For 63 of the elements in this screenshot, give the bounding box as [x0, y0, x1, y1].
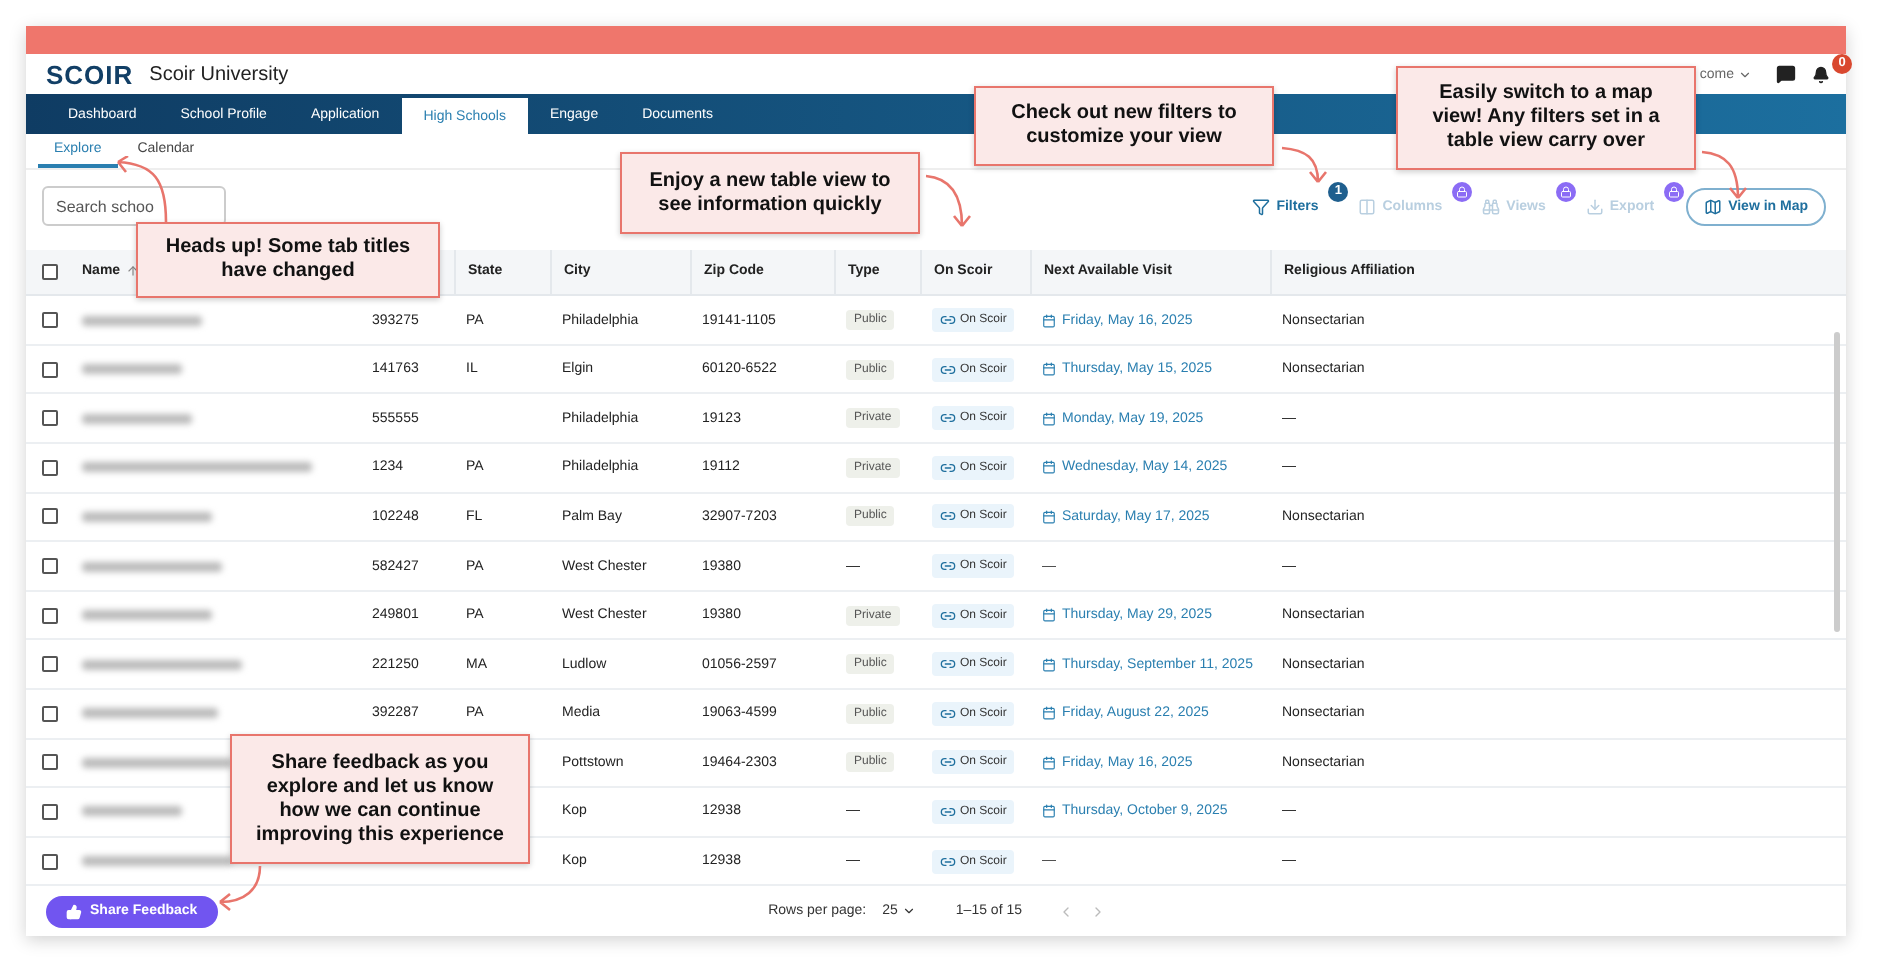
blurred-name	[82, 708, 218, 719]
blurred-name	[82, 610, 212, 621]
link-icon	[940, 361, 956, 378]
institution-name: Scoir University	[149, 63, 291, 86]
calendar-icon	[1042, 804, 1056, 819]
link-icon	[940, 705, 956, 722]
blurred-name	[82, 511, 212, 522]
calendar-icon	[1042, 608, 1056, 623]
calendar-icon	[1042, 706, 1056, 721]
blurred-name	[82, 806, 182, 817]
link-icon	[940, 607, 956, 624]
scrollbar[interactable]	[1834, 332, 1840, 633]
map-icon	[1704, 197, 1723, 216]
thumbs-up-icon	[66, 903, 82, 920]
scoir-logo: SCOIR	[46, 59, 134, 90]
row-checkbox[interactable]	[42, 558, 58, 575]
link-icon	[940, 410, 956, 427]
callout-tooltip: Share feedback as you explore and let us know how we can continue improving this experience	[230, 734, 530, 864]
link-icon	[940, 508, 956, 525]
sort-icon[interactable]	[126, 264, 141, 279]
bell-icon[interactable]	[1812, 65, 1830, 84]
filter-icon	[1252, 197, 1271, 216]
search-field[interactable]: Search schoo	[42, 186, 226, 227]
row-checkbox[interactable]	[42, 312, 58, 329]
row-checkbox[interactable]	[42, 656, 58, 673]
link-icon	[940, 656, 956, 673]
download-icon	[1585, 197, 1604, 216]
calendar-icon	[1042, 755, 1056, 770]
calendar-icon	[1042, 362, 1056, 377]
columns-icon	[1358, 197, 1377, 216]
select-all-checkbox[interactable]	[42, 263, 58, 280]
calendar-icon	[1042, 411, 1056, 426]
row-checkbox[interactable]	[42, 361, 58, 378]
caret-icon[interactable]	[901, 904, 916, 919]
callout-tooltip: Enjoy a new table view to see information quickly	[620, 152, 920, 234]
blurred-name	[82, 315, 202, 326]
calendar-icon	[1042, 460, 1056, 475]
row-checkbox[interactable]	[42, 508, 58, 525]
callout-tooltip: Heads up! Some tab titles have changed	[136, 222, 440, 298]
callout-tooltip: Check out new filters to customize your view	[974, 86, 1274, 166]
blurred-name	[82, 364, 182, 375]
chat-icon[interactable]	[1776, 64, 1796, 85]
link-icon	[940, 558, 956, 575]
link-icon	[940, 803, 956, 820]
row-checkbox[interactable]	[42, 459, 58, 476]
row-checkbox[interactable]	[42, 410, 58, 427]
caret-icon[interactable]	[1738, 67, 1752, 82]
calendar-icon	[1042, 657, 1056, 672]
blurred-name	[82, 413, 192, 424]
row-checkbox[interactable]	[42, 705, 58, 722]
row-checkbox[interactable]	[42, 803, 58, 820]
binoculars-icon	[1482, 197, 1501, 216]
link-icon	[940, 459, 956, 476]
calendar-icon	[1042, 313, 1056, 328]
link-icon	[940, 312, 956, 329]
link-icon	[940, 754, 956, 771]
row-checkbox[interactable]	[42, 754, 58, 771]
blurred-name	[82, 561, 222, 572]
link-icon	[940, 853, 956, 870]
row-checkbox[interactable]	[42, 853, 58, 870]
callout-tooltip: Easily switch to a map view! Any filters set in a table view carry over	[1396, 66, 1696, 170]
row-checkbox[interactable]	[42, 607, 58, 624]
calendar-icon	[1042, 509, 1056, 524]
